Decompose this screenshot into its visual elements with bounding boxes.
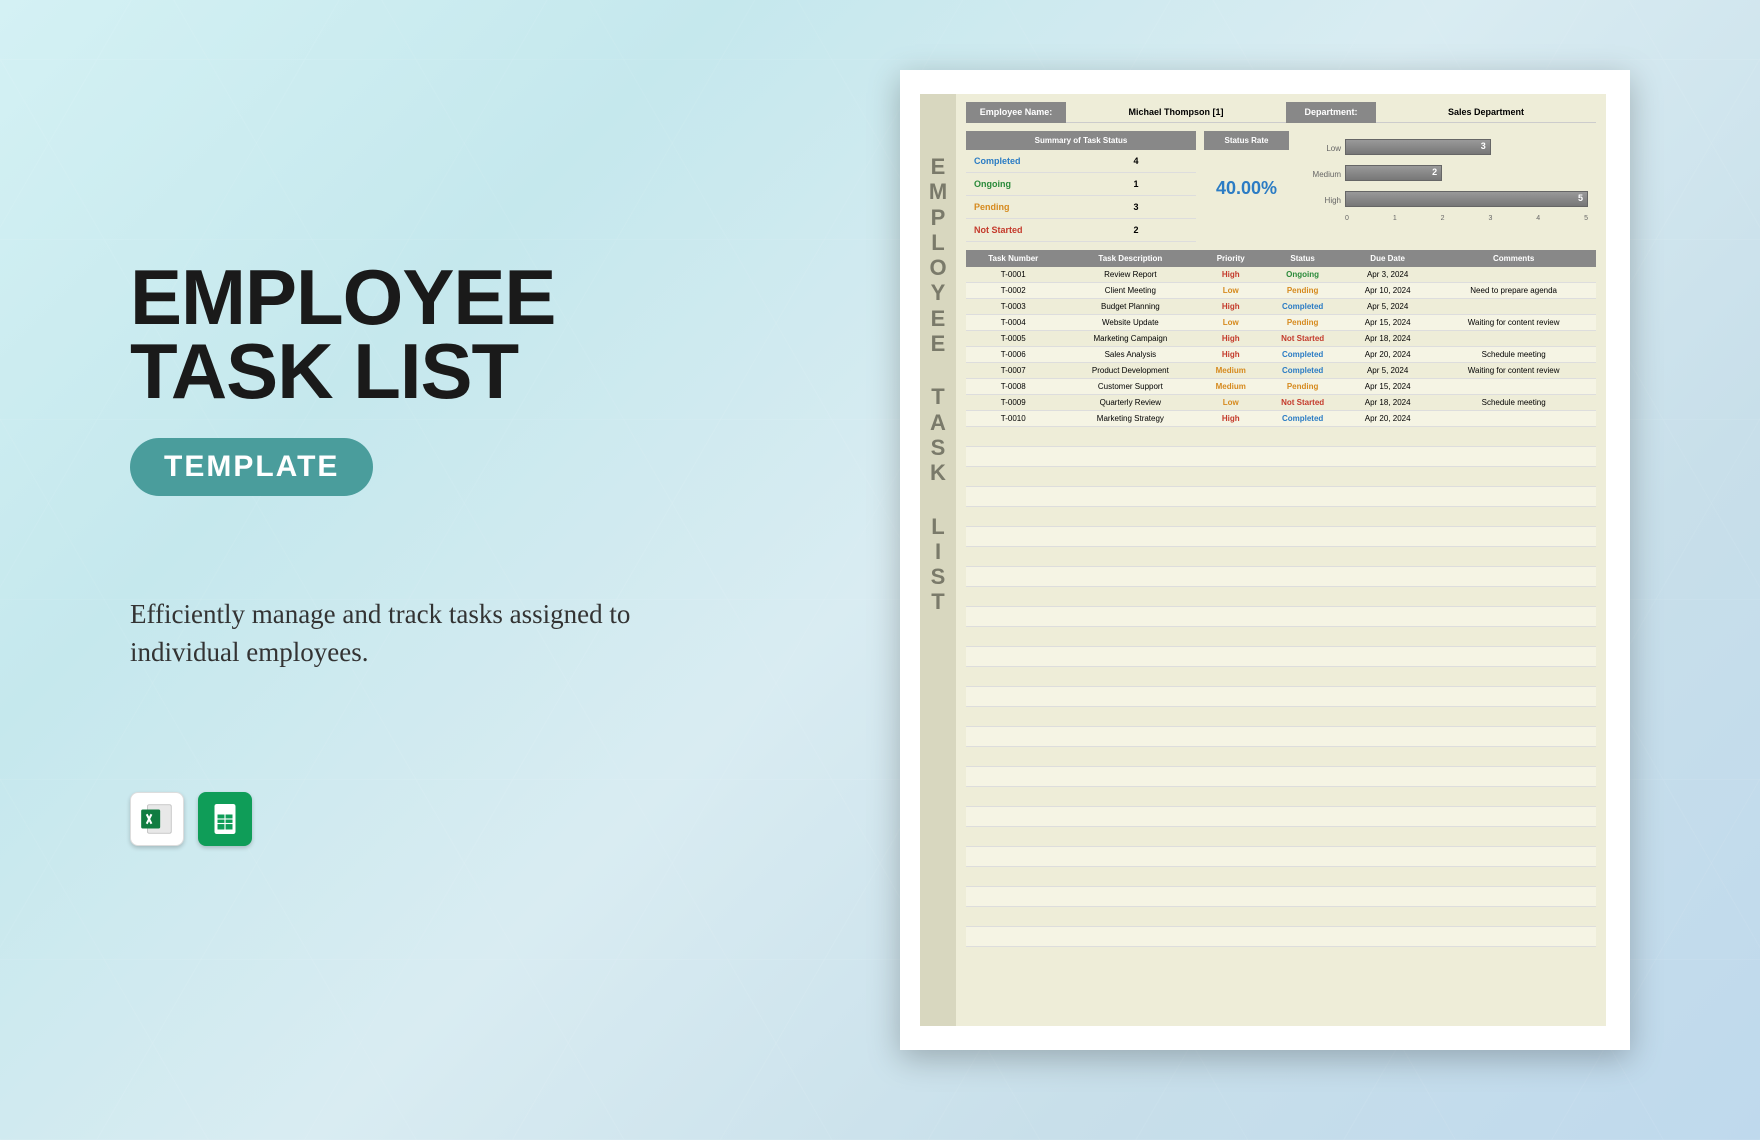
chart-bar: High5 <box>1305 187 1588 213</box>
template-preview: EMPLOYEETASKLIST Employee Name: Michael … <box>900 70 1630 1050</box>
empty-row <box>966 467 1596 487</box>
empty-row <box>966 847 1596 867</box>
summary-row: Ongoing1 <box>966 173 1196 196</box>
empty-row <box>966 687 1596 707</box>
empty-row <box>966 767 1596 787</box>
empty-row <box>966 447 1596 467</box>
template-badge: TEMPLATE <box>130 438 373 496</box>
empty-row <box>966 887 1596 907</box>
empty-row <box>966 647 1596 667</box>
table-row: T-0005Marketing CampaignHighNot StartedA… <box>966 331 1596 347</box>
rate-value: 40.00% <box>1204 150 1289 227</box>
empty-row <box>966 547 1596 567</box>
emp-name-value: Michael Thompson [1] <box>1066 102 1286 123</box>
table-row: T-0010Marketing StrategyHighCompletedApr… <box>966 411 1596 427</box>
task-table: Task NumberTask DescriptionPriorityStatu… <box>966 250 1596 947</box>
summary-row: Completed4 <box>966 150 1196 173</box>
table-row: T-0006Sales AnalysisHighCompletedApr 20,… <box>966 347 1596 363</box>
empty-row <box>966 927 1596 947</box>
col-header: Task Description <box>1061 250 1201 267</box>
empty-row <box>966 807 1596 827</box>
dept-label: Department: <box>1286 102 1376 123</box>
table-row: T-0001Review ReportHighOngoingApr 3, 202… <box>966 267 1596 283</box>
empty-row <box>966 867 1596 887</box>
table-row: T-0009Quarterly ReviewLowNot StartedApr … <box>966 395 1596 411</box>
hero-title-l2: TASK LIST <box>130 334 690 408</box>
empty-row <box>966 707 1596 727</box>
spreadsheet: EMPLOYEETASKLIST Employee Name: Michael … <box>920 94 1606 1026</box>
col-header: Task Number <box>966 250 1061 267</box>
empty-row <box>966 527 1596 547</box>
google-sheets-icon <box>198 792 252 846</box>
empty-row <box>966 507 1596 527</box>
vertical-title: EMPLOYEETASKLIST <box>920 94 956 1026</box>
empty-row <box>966 587 1596 607</box>
empty-row <box>966 827 1596 847</box>
col-header: Due Date <box>1344 250 1431 267</box>
empty-row <box>966 427 1596 447</box>
empty-row <box>966 787 1596 807</box>
hero-tagline: Efficiently manage and track tasks assig… <box>130 596 690 672</box>
summary-section: Summary of Task Status Completed4Ongoing… <box>966 131 1596 242</box>
table-row: T-0007Product DevelopmentMediumCompleted… <box>966 363 1596 379</box>
col-header: Comments <box>1431 250 1596 267</box>
employee-header: Employee Name: Michael Thompson [1] Depa… <box>966 102 1596 123</box>
table-row: T-0004Website UpdateLowPendingApr 15, 20… <box>966 315 1596 331</box>
empty-row <box>966 607 1596 627</box>
summary-table: Summary of Task Status Completed4Ongoing… <box>966 131 1196 242</box>
empty-row <box>966 727 1596 747</box>
col-header: Status <box>1261 250 1344 267</box>
table-row: T-0008Customer SupportMediumPendingApr 1… <box>966 379 1596 395</box>
summary-header: Summary of Task Status <box>966 131 1196 150</box>
empty-row <box>966 487 1596 507</box>
empty-row <box>966 567 1596 587</box>
hero-title-l1: EMPLOYEE <box>130 260 690 334</box>
chart-bar: Medium2 <box>1305 161 1588 187</box>
hero-section: EMPLOYEE TASK LIST TEMPLATE Efficiently … <box>130 260 690 846</box>
dept-value: Sales Department <box>1376 102 1596 123</box>
chart-bar: Low3 <box>1305 135 1588 161</box>
format-icons <box>130 792 690 846</box>
empty-row <box>966 667 1596 687</box>
chart-axis: 012345 <box>1345 213 1588 224</box>
summary-row: Pending3 <box>966 196 1196 219</box>
priority-bar-chart: Low3Medium2High5012345 <box>1297 131 1596 242</box>
empty-row <box>966 747 1596 767</box>
summary-row: Not Started2 <box>966 219 1196 242</box>
empty-row <box>966 907 1596 927</box>
col-header: Priority <box>1200 250 1261 267</box>
table-row: T-0003Budget PlanningHighCompletedApr 5,… <box>966 299 1596 315</box>
excel-icon <box>130 792 184 846</box>
rate-header: Status Rate <box>1204 131 1289 150</box>
status-rate-box: Status Rate 40.00% <box>1204 131 1289 242</box>
emp-name-label: Employee Name: <box>966 102 1066 123</box>
table-row: T-0002Client MeetingLowPendingApr 10, 20… <box>966 283 1596 299</box>
empty-row <box>966 627 1596 647</box>
